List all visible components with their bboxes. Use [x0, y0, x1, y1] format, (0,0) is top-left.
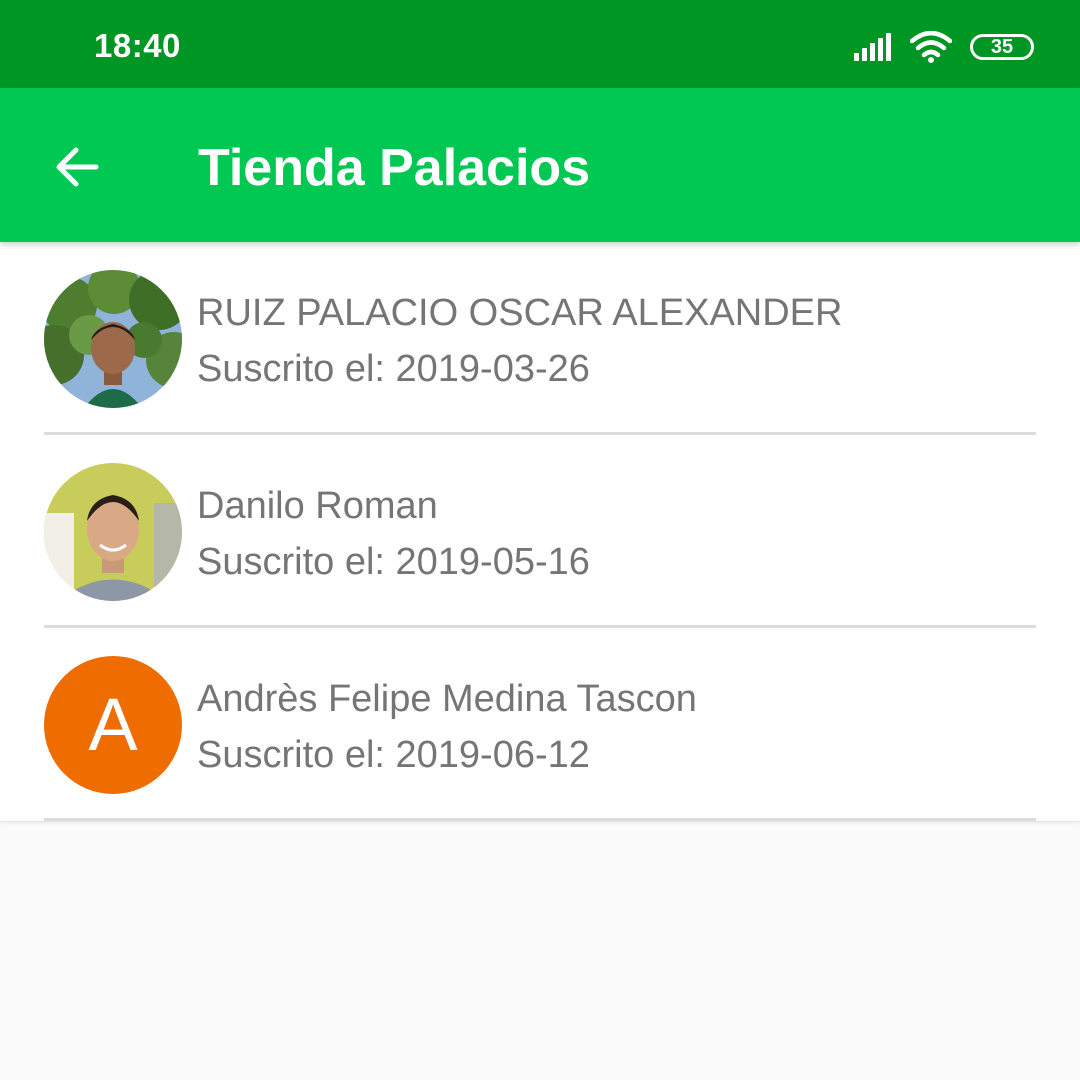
subscription-date: Suscrito el: 2019-06-12 [197, 734, 590, 776]
person-photo [44, 270, 182, 408]
subscriber-list: RUIZ PALACIO OSCAR ALEXANDER Suscrito el… [0, 242, 1080, 821]
battery-icon: 35 [970, 34, 1034, 60]
list-item[interactable]: Danilo Roman Suscrito el: 2019-05-16 [0, 435, 1080, 628]
app-bar: Tienda Palacios [0, 88, 1080, 242]
avatar [44, 463, 182, 601]
list-item[interactable]: A Andrès Felipe Medina Tascon Suscrito e… [0, 628, 1080, 821]
subscription-date: Suscrito el: 2019-05-16 [197, 541, 590, 583]
subscriber-name: Andrès Felipe Medina Tascon [197, 678, 697, 720]
subscriber-name: RUIZ PALACIO OSCAR ALEXANDER [197, 292, 843, 334]
subscription-date: Suscrito el: 2019-03-26 [197, 348, 590, 390]
wifi-icon [910, 31, 952, 63]
divider [44, 818, 1036, 821]
status-time: 18:40 [94, 27, 181, 64]
subscriber-name: Danilo Roman [197, 485, 438, 527]
battery-level: 35 [990, 36, 1014, 58]
arrow-back-icon [56, 147, 99, 187]
list-item[interactable]: RUIZ PALACIO OSCAR ALEXANDER Suscrito el… [0, 242, 1080, 435]
signal-icon [854, 33, 891, 61]
avatar [44, 270, 182, 408]
status-bar: 18:40 35 [0, 0, 1080, 88]
back-button[interactable] [40, 130, 114, 204]
person-photo [44, 463, 182, 601]
avatar-letter: A [44, 656, 182, 794]
page-title: Tienda Palacios [198, 139, 591, 197]
status-icons: 35 [854, 28, 1034, 66]
